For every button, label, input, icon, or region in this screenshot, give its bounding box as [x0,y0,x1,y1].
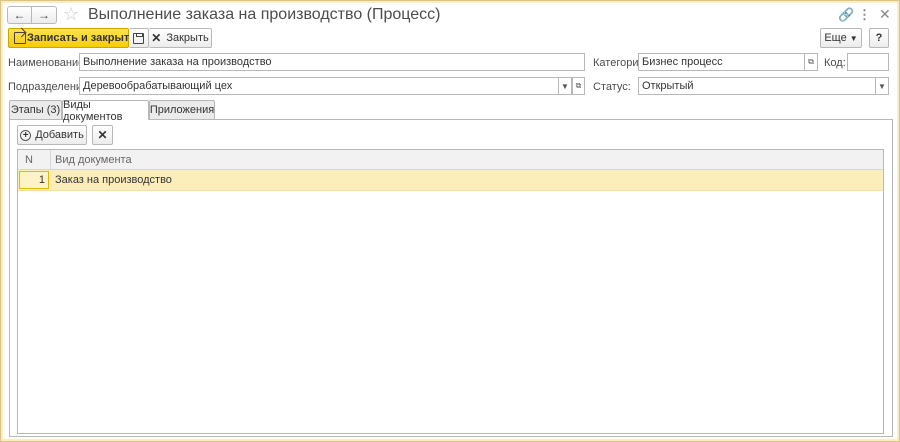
help-label: ? [875,32,883,44]
column-header-doc-type[interactable]: Вид документа [55,154,132,166]
save-and-close-button[interactable]: Записать и закрыть [8,28,136,48]
more-vertical-icon[interactable]: ⋮ [858,7,871,23]
help-button[interactable]: ? [869,28,889,48]
column-separator [50,150,51,170]
close-label: Закрыть [166,32,209,44]
close-x-icon: ✕ [151,31,162,45]
dropdown-arrow-icon: ▼ [561,81,569,91]
name-field[interactable]: Выполнение заказа на производство [79,53,585,71]
name-label: Наименование: [8,57,88,69]
division-field[interactable]: Деревообрабатывающий цех [79,77,559,95]
close-button[interactable]: ✕ Закрыть [149,28,212,48]
title-bar: ← → ☆ Выполнение заказа на производство … [3,3,897,27]
column-header-n[interactable]: N [25,154,33,166]
window-title: Выполнение заказа на производство (Проце… [88,6,441,23]
form-content: ← → ☆ Выполнение заказа на производство … [3,3,897,439]
add-plus-icon: + [20,129,32,141]
tab-document-types[interactable]: Виды документов [62,98,149,123]
open-link-icon: ⧉ [575,81,582,90]
floppy-disk-icon [133,32,144,44]
table-row[interactable]: 1 Заказ на производство [18,170,883,191]
code-field[interactable] [847,53,889,71]
division-dropdown-button[interactable]: ▼ [559,77,572,95]
delete-x-icon: ✕ [97,128,108,142]
back-arrow-icon: ← [13,8,26,22]
tab-attachments[interactable]: Приложения [149,100,215,119]
form-window: ← → ☆ Выполнение заказа на производство … [0,0,900,442]
more-label: Еще [824,32,847,44]
chevron-down-icon: ▼ [849,33,858,43]
division-open-button[interactable]: ⧉ [572,77,585,95]
status-field[interactable]: Открытый [638,77,876,95]
back-button[interactable]: ← [7,6,32,24]
save-button[interactable] [129,28,149,48]
tab-attachments-label: Приложения [149,104,215,116]
delete-button[interactable]: ✕ [92,125,113,145]
save-close-icon [14,32,26,44]
dropdown-arrow-icon: ▼ [878,81,886,91]
add-label: Добавить [35,129,84,141]
add-button[interactable]: + Добавить [17,125,87,145]
document-types-table: N Вид документа 1 Заказ на производство [17,149,884,434]
category-field[interactable]: Бизнес процесс [638,53,805,71]
save-and-close-label: Записать и закрыть [27,32,137,44]
forward-arrow-icon: → [38,8,50,22]
status-label: Статус: [593,81,631,93]
favorite-star-icon[interactable]: ☆ [63,4,79,25]
more-button[interactable]: Еще ▼ [820,28,862,48]
forward-button[interactable]: → [32,6,57,24]
tab-stages[interactable]: Этапы (3) [9,100,62,119]
category-open-button[interactable]: ⧉ [805,53,818,71]
code-label: Код: [824,57,846,69]
close-icon[interactable]: ✕ [879,6,891,23]
tab-stages-label: Этапы (3) [10,104,61,116]
table-header: N Вид документа [18,150,883,170]
document-types-panel: + Добавить ✕ N Вид документа 1 Заказ на … [9,119,893,437]
status-dropdown-button[interactable]: ▼ [876,77,889,95]
row-number-cell[interactable]: 1 [19,171,49,189]
link-icon[interactable]: 🔗 [838,7,854,23]
doc-type-cell[interactable]: Заказ на производство [55,174,172,186]
tab-document-types-label: Виды документов [63,98,123,123]
open-link-icon: ⧉ [808,57,814,66]
